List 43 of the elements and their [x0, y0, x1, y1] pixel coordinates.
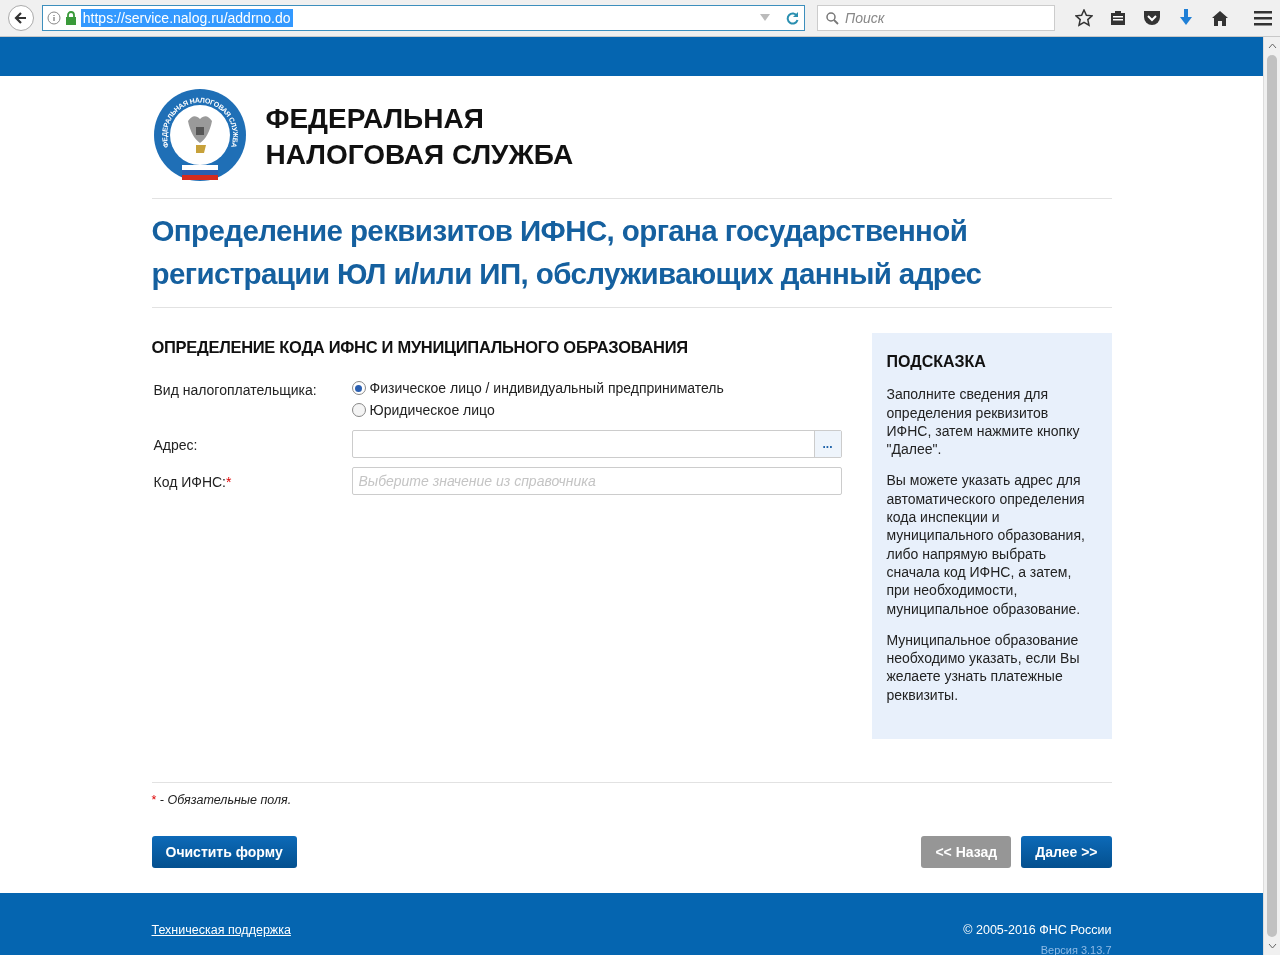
hint-title: ПОДСКАЗКА: [886, 353, 987, 372]
dropdown-icon: [760, 14, 770, 22]
required-fields-note: * - Обязательные поля.: [151, 793, 292, 808]
hint-text: Вы можете указать адрес для автоматического определения кода инспекции и муниципального образования, либо напрямую выбрать сначала код ИФНС, а затем, при необходимости, муниципальное образование.: [886, 471, 1086, 618]
scrollbar-thumb[interactable]: [1267, 55, 1277, 937]
radio-label[interactable]: Юридическое лицо: [369, 399, 495, 421]
form-button[interactable]: Очистить форму: [151, 836, 297, 868]
home-icon[interactable]: [1211, 10, 1229, 26]
search-placeholder: Поиск: [845, 8, 885, 28]
field-label: Код ИФНС:*: [152, 473, 233, 492]
search-icon: [826, 11, 839, 25]
browse-button[interactable]: ...: [813, 431, 841, 457]
address-field[interactable]: ...: [351, 430, 842, 458]
scroll-up-icon[interactable]: [1267, 43, 1277, 49]
radio-button[interactable]: [351, 381, 366, 395]
form-heading: ОПРЕДЕЛЕНИЕ КОДА ИФНС И МУНИЦИПАЛЬНОГО ОБРАЗОВАНИЯ: [151, 337, 689, 358]
hint-text: Заполните сведения для определения реквизитов ИФНС, затем нажмите кнопку "Далее".: [886, 385, 1081, 459]
agency-name: НАЛОГОВАЯ СЛУЖБА: [265, 138, 574, 172]
url-text: https://service.nalog.ru/addrno.do: [80, 9, 293, 27]
page-title: Определение реквизитов ИФНС, органа государственной регистрации ЮЛ и/или ИП, обслуживающих данный адрес: [151, 199, 1112, 308]
menu-icon[interactable]: [1254, 10, 1272, 26]
radio-button[interactable]: [351, 403, 366, 417]
scrollbar[interactable]: [1263, 37, 1280, 955]
scroll-down-icon[interactable]: [1267, 943, 1277, 949]
star-icon[interactable]: [1075, 9, 1093, 27]
field-label: Вид налогоплательщика:: [152, 381, 318, 400]
lock-icon: [64, 11, 77, 25]
copyright-text: © 2005-2016 ФНС России: [963, 922, 1112, 939]
download-icon[interactable]: [1178, 9, 1194, 27]
form-button[interactable]: Далее >>: [1021, 836, 1112, 868]
back-button[interactable]: [8, 5, 34, 31]
clipboard-icon[interactable]: [1110, 10, 1126, 26]
field-label: Адрес:: [152, 436, 199, 455]
radio-label[interactable]: Физическое лицо / индивидуальный предприниматель: [369, 377, 724, 399]
hint-text: Муниципальное образование необходимо указать, если Вы желаете узнать платежные реквизиты.: [886, 630, 1081, 705]
back-arrow-icon: [13, 11, 28, 25]
search-field[interactable]: Поиск: [817, 5, 1055, 31]
agency-name: ФЕДЕРАЛЬНАЯ: [265, 102, 485, 136]
support-link[interactable]: Техническая поддержка: [151, 921, 291, 955]
reload-icon[interactable]: [786, 11, 800, 25]
info-icon: [46, 11, 61, 25]
pocket-icon[interactable]: [1143, 10, 1161, 26]
input-field[interactable]: Выберите значение из справочника: [351, 467, 842, 495]
